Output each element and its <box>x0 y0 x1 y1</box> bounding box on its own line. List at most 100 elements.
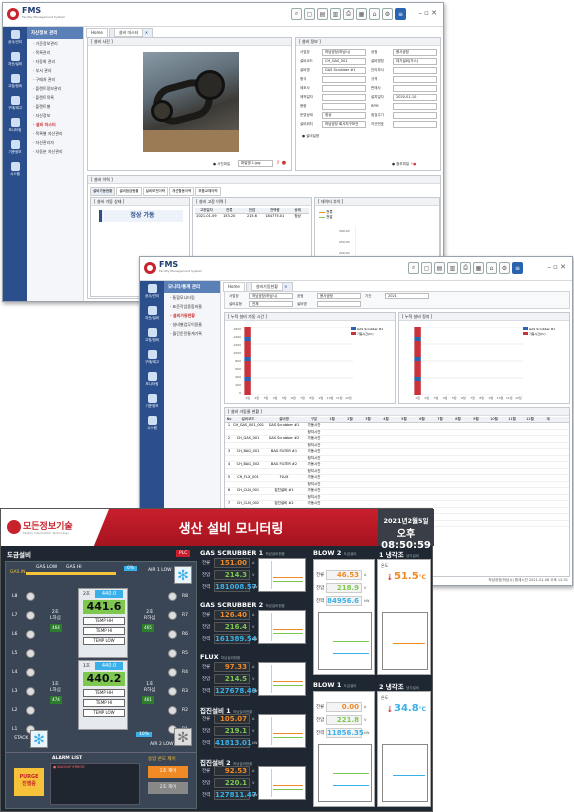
control-2-button[interactable]: 2호 제어 <box>148 782 188 794</box>
sidebar-item-icon <box>147 284 157 293</box>
field-input[interactable] <box>393 85 437 92</box>
filter-input[interactable] <box>317 301 361 307</box>
search-icon[interactable]: ⌕ <box>408 262 419 274</box>
cooling-subtitle: 냉각설비 <box>406 686 419 690</box>
sidebar-item[interactable]: 시스템 <box>140 413 164 435</box>
menu-item[interactable]: · 플랜트목록 <box>27 93 83 102</box>
menu-item[interactable]: · 설비별업무이용율 <box>164 320 220 329</box>
photo-file-input[interactable]: 파일명 1.jpg <box>238 160 273 167</box>
table-cell: 7 <box>227 501 231 505</box>
menu-item[interactable]: · 목록관리 <box>27 48 83 57</box>
control-1-button[interactable]: 1호 제어 <box>148 766 188 778</box>
window-controls-2[interactable]: – ▫ ✕ <box>547 263 566 271</box>
field-input[interactable] <box>393 103 437 110</box>
field-input[interactable]: 용사공정 <box>393 49 437 56</box>
history-tab[interactable]: 부품교체이력 <box>195 187 221 196</box>
attach-label: ● 첨부파일 ⇪● <box>392 162 417 166</box>
temperature-value: 51.5 <box>394 571 419 582</box>
field-input[interactable]: GAS Scrubber #1 <box>322 67 366 74</box>
history-tab[interactable]: 개선활동이력 <box>168 187 195 196</box>
field-input[interactable] <box>322 85 366 92</box>
filter-input[interactable]: 하남공장(하남시) <box>249 293 293 299</box>
sidebar-item[interactable]: 구매/재고 <box>140 347 164 369</box>
save-icon[interactable]: ▤ <box>434 262 445 274</box>
field-input[interactable] <box>393 121 437 128</box>
field-input[interactable]: 정상 <box>322 112 366 119</box>
sidebar-item[interactable]: 구매/재고 <box>3 93 27 115</box>
sidebar-item[interactable]: 모니터링 <box>3 115 27 137</box>
delete-icon[interactable]: ▥ <box>447 262 458 274</box>
menu-item[interactable]: · 설비가동현황 <box>164 311 220 320</box>
sidebar-item[interactable]: 기준정보 <box>140 391 164 413</box>
menu-item[interactable]: · 자동분 자산관리 <box>27 147 83 156</box>
sidebar-item[interactable]: 기준정보 <box>3 137 27 159</box>
filter-input[interactable]: 2021 <box>385 293 429 299</box>
menu-icon[interactable]: ≡ <box>395 8 406 20</box>
import-icon[interactable]: ⌂ <box>369 8 380 20</box>
sidebar-item[interactable]: 공사/관리 <box>3 27 27 49</box>
sidebar-item[interactable]: 자산/설비 <box>3 49 27 71</box>
sidebar-item-label: 시스템 <box>147 426 157 430</box>
field-input[interactable] <box>322 76 366 83</box>
table-cell <box>263 430 305 436</box>
filter-input[interactable]: 용사공정 <box>317 293 361 299</box>
menu-item[interactable]: · 플랜트별 <box>27 102 83 111</box>
excel-icon[interactable]: ▦ <box>473 262 484 274</box>
tank1-setpoint[interactable]: 440.0 <box>95 662 123 670</box>
field-input[interactable] <box>393 76 437 83</box>
menu-icon[interactable]: ≡ <box>512 262 523 274</box>
sidebar-item[interactable]: 공사/관리 <box>140 281 164 303</box>
row-type-label: 정지시간 <box>307 494 321 499</box>
menu-item[interactable]: · 구매처 관리 <box>27 75 83 84</box>
table-row[interactable]: 2021-01-09 153.20 215.6 184775.01 정상 <box>195 214 309 219</box>
y-tick-label: 1000 <box>233 351 241 355</box>
menu-item[interactable]: · 기준정보관리 <box>27 39 83 48</box>
sidebar-item[interactable]: 시스템 <box>3 159 27 181</box>
print-icon[interactable]: ⎙ <box>343 8 354 20</box>
alarm-list[interactable]: ● BACKUP ERROR <box>50 763 140 805</box>
menu-item[interactable]: · 자산관리자 <box>27 138 83 147</box>
menu-item[interactable]: · 자동화 관리 <box>27 57 83 66</box>
history-tab[interactable]: 설비점검현황 <box>116 187 142 196</box>
menu-item[interactable]: · 표준작업종합비율 <box>164 302 220 311</box>
x-tick-label: 6월 <box>461 396 466 400</box>
tank2-setpoint[interactable]: 440.0 <box>95 590 123 598</box>
print-icon[interactable]: ⎙ <box>460 262 471 274</box>
history-tab[interactable]: 설비가동현황 <box>90 187 116 196</box>
level-gauge-icon <box>26 592 35 601</box>
field-input[interactable]: 대기설비(가스) <box>393 58 437 65</box>
new-icon[interactable]: ▢ <box>421 262 432 274</box>
field-input[interactable]: 하남공장 회사지구보건 <box>322 121 366 128</box>
history-tab[interactable]: 설비보전이력 <box>142 187 168 196</box>
sidebar-item[interactable]: 고장/정비 <box>3 71 27 93</box>
settings-icon[interactable]: ⚙ <box>499 262 510 274</box>
delete-icon[interactable]: ▥ <box>330 8 341 20</box>
settings-icon[interactable]: ⚙ <box>382 8 393 20</box>
photo-upload-icon[interactable]: ⇪ ● <box>276 160 286 166</box>
field-input[interactable]: 2020-01-10 <box>393 94 437 101</box>
menu-item[interactable]: · 자산정보 <box>27 111 83 120</box>
sidebar-item[interactable]: 고장/정비 <box>140 325 164 347</box>
window-controls[interactable]: – ▫ ✕ <box>418 9 437 17</box>
menu-item[interactable]: · 월간운전통계기록 <box>164 329 220 338</box>
menu-item[interactable]: · 플랜트정보관리 <box>27 84 83 93</box>
save-icon[interactable]: ▤ <box>317 8 328 20</box>
search-icon[interactable]: ⌕ <box>291 8 302 20</box>
menu-item[interactable]: · 부서 관리 <box>27 66 83 75</box>
field-input[interactable]: CH_GAS_001 <box>322 58 366 65</box>
sidebar-item[interactable]: 모니터링 <box>140 369 164 391</box>
menu-item[interactable]: · 통합모니터링 <box>164 293 220 302</box>
sidebar-item[interactable]: 자산/설비 <box>140 303 164 325</box>
field-input[interactable] <box>322 94 366 101</box>
field-input[interactable]: 하남공장(하남시) <box>322 49 366 56</box>
excel-icon[interactable]: ▦ <box>356 8 367 20</box>
menu-item[interactable]: · 목록별 자산관리 <box>27 129 83 138</box>
new-icon[interactable]: ▢ <box>304 8 315 20</box>
import-icon[interactable]: ⌂ <box>486 262 497 274</box>
filter-input[interactable]: 전체 <box>249 301 293 307</box>
field-input[interactable] <box>393 112 437 119</box>
menu-item[interactable]: · 설비 마스터 <box>27 120 83 129</box>
field-input[interactable] <box>322 103 366 110</box>
field-input[interactable] <box>393 67 437 74</box>
attach-icon[interactable]: ⇪● <box>410 162 416 166</box>
